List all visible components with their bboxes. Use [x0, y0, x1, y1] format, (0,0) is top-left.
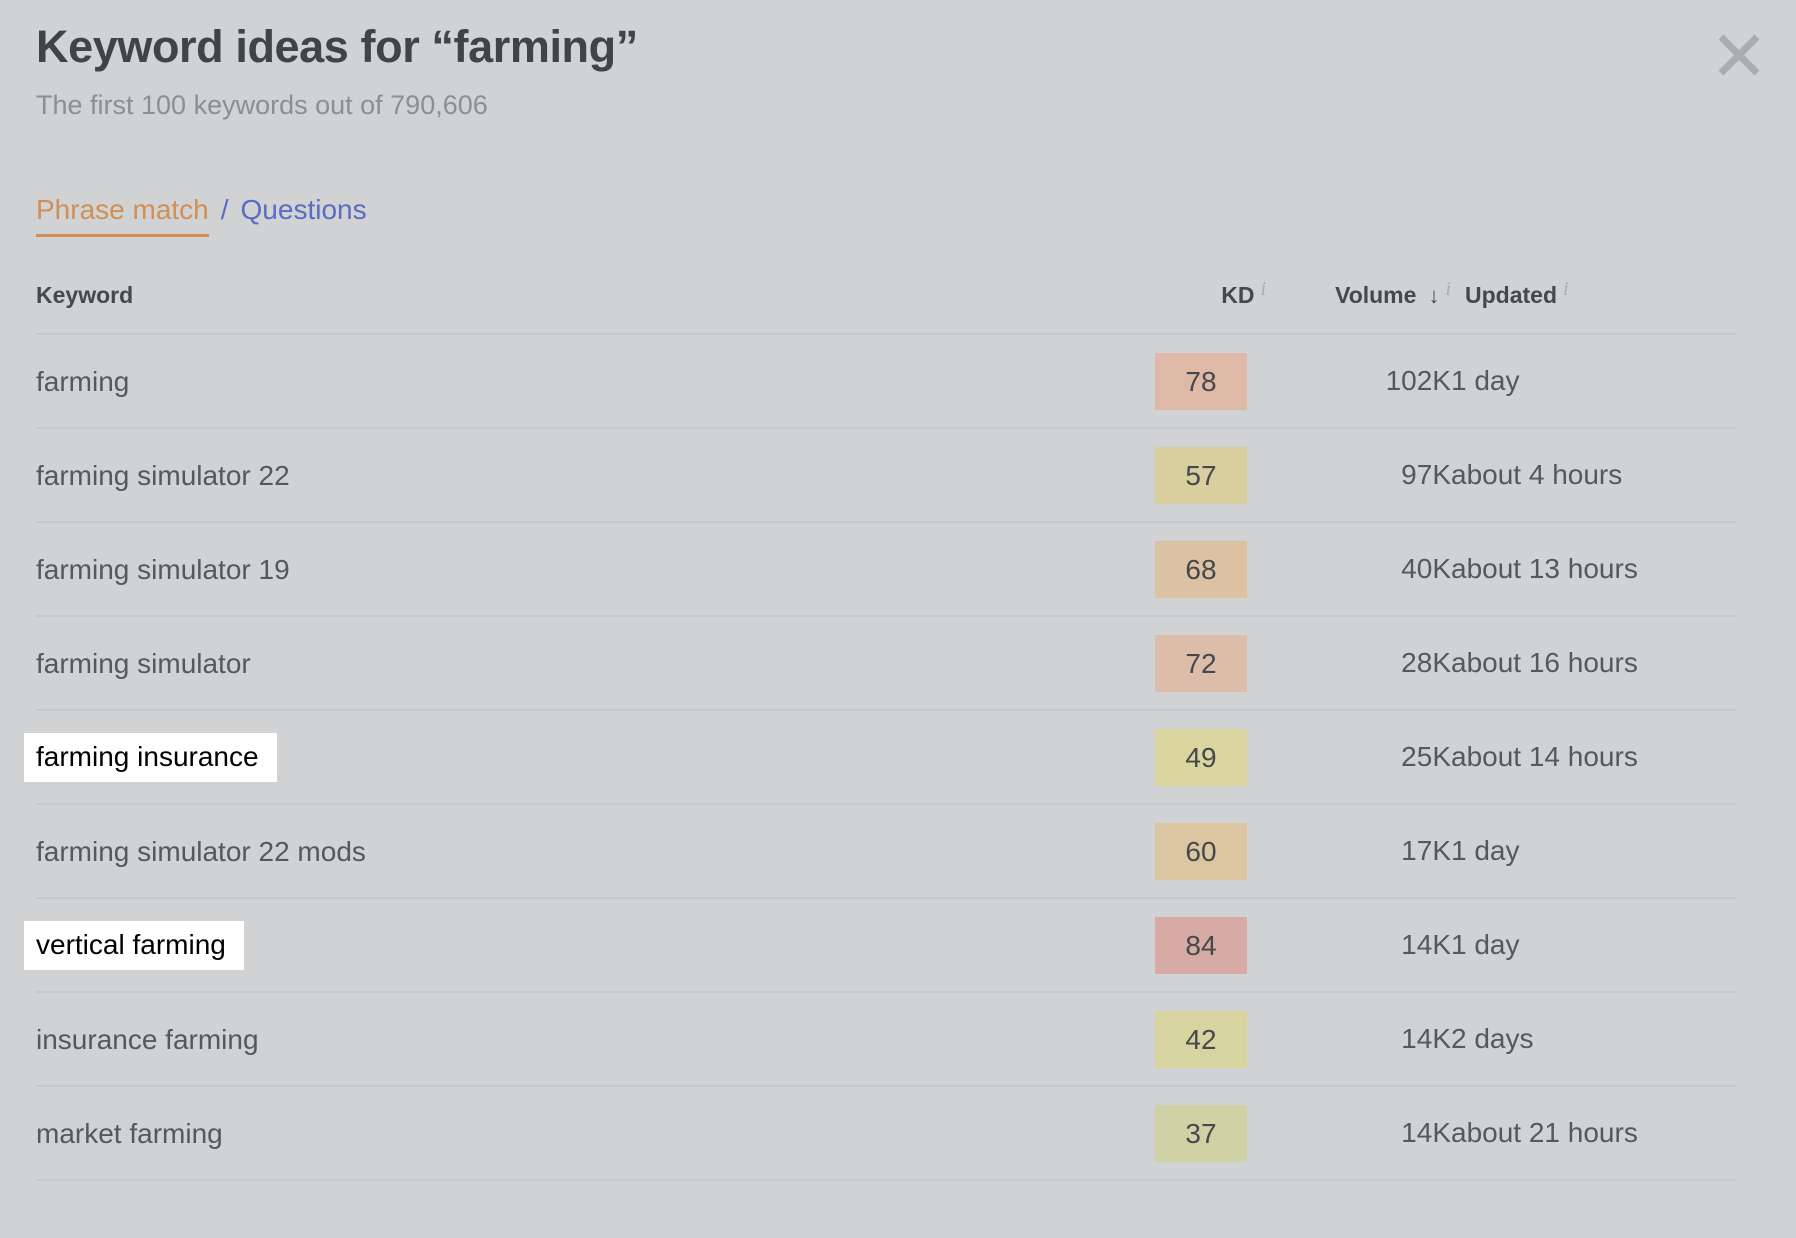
table-row[interactable]: vertical farming 84 14K 1 day	[24, 898, 1736, 993]
keyword-text: vertical farming	[24, 920, 244, 970]
keyword-ideas-modal: Keyword ideas for “farming” The first 10…	[0, 0, 1796, 1238]
table-body: farming 78 102K 1 day farming simulator 22 57…	[24, 334, 1736, 1181]
table-row[interactable]: insurance farming 42 14K 2 days	[36, 992, 1736, 1087]
kd-cell: 49	[1136, 710, 1266, 805]
keyword-cell[interactable]: farming simulator 22	[36, 428, 1136, 523]
tab-phrase-match[interactable]: Phrase match	[36, 192, 209, 237]
kd-badge: 60	[1155, 822, 1247, 880]
kd-badge: 84	[1155, 916, 1247, 974]
volume-cell: 14K	[1266, 1086, 1451, 1181]
table-row[interactable]: farming simulator 22 mods 60 17K 1 day	[36, 804, 1736, 899]
keyword-cell[interactable]: market farming	[36, 1086, 1136, 1181]
column-header-keyword-label: Keyword	[36, 282, 134, 308]
page-title: Keyword ideas for “farming”	[36, 21, 638, 72]
tab-questions-label: Questions	[240, 194, 367, 225]
tab-questions[interactable]: Questions	[241, 192, 367, 232]
modal-subtitle: The first 100 keywords out of 790,606	[36, 90, 488, 121]
updated-cell: about 14 hours	[1451, 710, 1736, 805]
volume-cell: 28K	[1266, 616, 1451, 711]
keyword-text: insurance farming	[36, 1023, 259, 1055]
volume-cell: 14K	[1266, 898, 1451, 993]
kd-badge: 72	[1155, 634, 1247, 692]
close-icon[interactable]	[1708, 24, 1770, 86]
kd-cell: 78	[1136, 334, 1266, 429]
volume-cell: 17K	[1266, 804, 1451, 899]
table-header: Keyword KD i Volume ↓ i Updated i	[36, 262, 1736, 335]
updated-cell: 1 day	[1451, 898, 1736, 993]
sort-descending-icon[interactable]: ↓	[1428, 283, 1439, 309]
table-row[interactable]: market farming 37 14K about 21 hours	[36, 1086, 1736, 1181]
keyword-text: farming insurance	[24, 732, 277, 782]
column-header-kd-label: KD	[1221, 282, 1255, 308]
kd-cell: 60	[1136, 804, 1266, 899]
keyword-text: farming simulator 22 mods	[36, 835, 366, 867]
match-type-tabs: Phrase match / Questions	[36, 192, 367, 237]
updated-cell: about 13 hours	[1451, 522, 1736, 617]
keyword-text: farming simulator 22	[36, 459, 290, 491]
keyword-cell[interactable]: vertical farming	[24, 898, 1136, 993]
kd-cell: 37	[1136, 1086, 1266, 1181]
keyword-text: farming	[36, 365, 130, 397]
table-header-row: Keyword KD i Volume ↓ i Updated i	[36, 262, 1736, 335]
kd-badge: 49	[1155, 728, 1247, 786]
table-row[interactable]: farming 78 102K 1 day	[36, 334, 1736, 429]
kd-cell: 72	[1136, 616, 1266, 711]
info-icon[interactable]: i	[1563, 279, 1569, 299]
kd-badge: 68	[1155, 540, 1247, 598]
kd-badge: 57	[1155, 446, 1247, 504]
updated-cell: 1 day	[1451, 804, 1736, 899]
volume-cell: 97K	[1266, 428, 1451, 523]
kd-cell: 84	[1136, 898, 1266, 993]
column-header-updated-label: Updated	[1465, 282, 1557, 308]
column-header-kd[interactable]: KD i	[1136, 262, 1266, 335]
kd-cell: 42	[1136, 992, 1266, 1087]
updated-cell: 1 day	[1451, 334, 1736, 429]
keyword-cell[interactable]: farming	[36, 334, 1136, 429]
updated-cell: about 4 hours	[1451, 428, 1736, 523]
kd-badge: 37	[1155, 1104, 1247, 1162]
column-header-keyword[interactable]: Keyword	[36, 262, 1136, 335]
keyword-cell[interactable]: farming insurance	[24, 710, 1136, 805]
keyword-cell[interactable]: farming simulator	[36, 616, 1136, 711]
column-header-updated[interactable]: Updated i	[1451, 262, 1736, 335]
kd-badge: 42	[1155, 1010, 1247, 1068]
keyword-text: farming simulator	[36, 647, 251, 679]
kd-cell: 68	[1136, 522, 1266, 617]
kd-badge: 78	[1155, 352, 1247, 410]
modal-header: Keyword ideas for “farming” The first 10…	[36, 21, 1760, 121]
keyword-cell[interactable]: insurance farming	[36, 992, 1136, 1087]
info-icon[interactable]: i	[1445, 279, 1451, 299]
volume-cell: 25K	[1266, 710, 1451, 805]
info-icon[interactable]: i	[1260, 279, 1266, 299]
keyword-ideas-table: Keyword KD i Volume ↓ i Updated i farmin…	[24, 262, 1736, 1181]
keyword-text: farming simulator 19	[36, 553, 290, 585]
keyword-cell[interactable]: farming simulator 22 mods	[36, 804, 1136, 899]
kd-cell: 57	[1136, 428, 1266, 523]
volume-cell: 14K	[1266, 992, 1451, 1087]
volume-cell: 102K	[1266, 334, 1451, 429]
volume-cell: 40K	[1266, 522, 1451, 617]
table-row[interactable]: farming simulator 72 28K about 16 hours	[36, 616, 1736, 711]
table-row[interactable]: farming simulator 22 57 97K about 4 hours	[36, 428, 1736, 523]
tab-separator: /	[220, 194, 229, 225]
table-row[interactable]: farming simulator 19 68 40K about 13 hours	[36, 522, 1736, 617]
tab-phrase-match-label: Phrase match	[36, 194, 209, 225]
table-row[interactable]: farming insurance 49 25K about 14 hours	[24, 710, 1736, 805]
column-header-volume[interactable]: Volume ↓ i	[1266, 262, 1451, 335]
keyword-text: market farming	[36, 1117, 223, 1149]
keyword-cell[interactable]: farming simulator 19	[36, 522, 1136, 617]
column-header-volume-label: Volume	[1335, 282, 1417, 308]
updated-cell: 2 days	[1451, 992, 1736, 1087]
updated-cell: about 21 hours	[1451, 1086, 1736, 1181]
updated-cell: about 16 hours	[1451, 616, 1736, 711]
